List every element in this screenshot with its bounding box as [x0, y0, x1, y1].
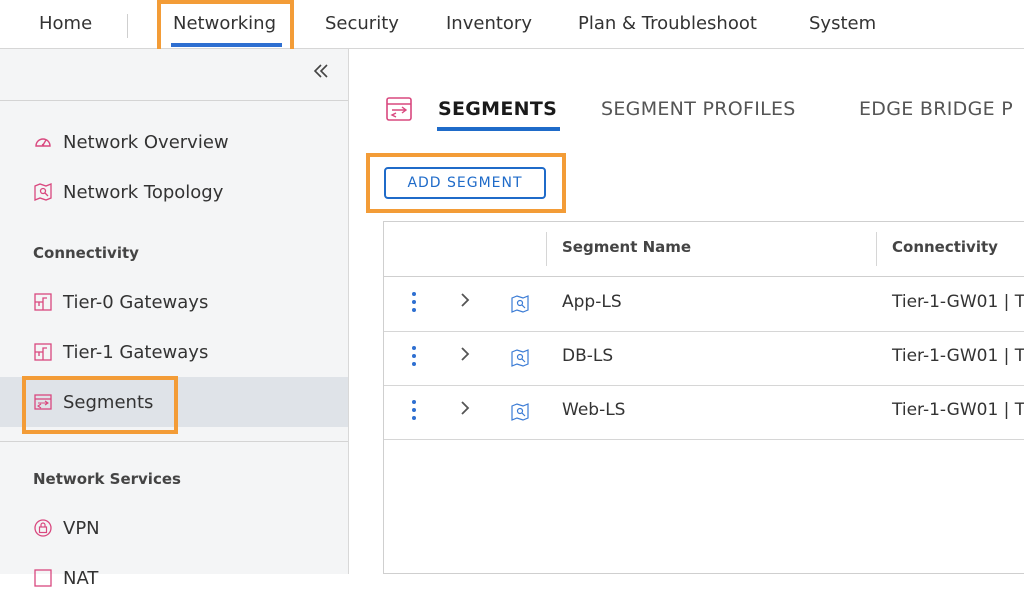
- nav-networking[interactable]: Networking: [173, 13, 276, 34]
- chevron-right-icon[interactable]: [458, 344, 472, 369]
- segment-name: DB-LS: [562, 346, 614, 366]
- column-header-segment-name[interactable]: Segment Name: [562, 238, 691, 256]
- topology-map-icon: [510, 294, 530, 318]
- sidebar-item-network-overview[interactable]: Network Overview: [33, 127, 229, 157]
- tab-segments[interactable]: SEGMENTS: [438, 98, 557, 120]
- sidebar-item-label: VPN: [63, 517, 100, 539]
- sidebar-item-network-topology[interactable]: Network Topology: [33, 177, 223, 207]
- kebab-menu-icon[interactable]: [412, 400, 418, 424]
- sidebar-item-label: Tier-0 Gateways: [63, 291, 209, 313]
- topology-map-icon: [510, 402, 530, 426]
- chevron-right-icon[interactable]: [458, 290, 472, 315]
- sidebar-item-label: Segments: [63, 391, 154, 413]
- nav-divider: [127, 14, 128, 38]
- nat-icon: [33, 568, 53, 588]
- add-segment-button[interactable]: ADD SEGMENT: [384, 167, 546, 199]
- sidebar-item-tier0-gateways[interactable]: Tier-0 Gateways: [33, 287, 208, 317]
- segments-table: Segment Name Connectivity App-LS Tier-1-…: [383, 221, 1024, 574]
- sidebar-item-label: NAT: [63, 567, 99, 589]
- segment-icon: [33, 392, 53, 412]
- sidebar-item-label: Network Overview: [63, 131, 229, 153]
- column-divider: [546, 232, 547, 266]
- sidebar-divider: [0, 441, 348, 442]
- nav-system[interactable]: System: [809, 13, 876, 34]
- section-connectivity: Connectivity: [33, 244, 139, 262]
- segment-connectivity: Tier-1-GW01 | T: [892, 292, 1024, 312]
- table-row[interactable]: Web-LS Tier-1-GW01 | T: [384, 385, 1024, 440]
- nav-security[interactable]: Security: [325, 13, 399, 34]
- topology-map-icon: [33, 182, 53, 202]
- top-navigation: Home Networking Security Inventory Plan …: [0, 0, 1024, 49]
- sidebar-item-vpn[interactable]: VPN: [33, 513, 100, 543]
- sidebar-divider: [0, 100, 348, 101]
- sidebar-item-segments[interactable]: Segments: [33, 387, 153, 417]
- nav-home[interactable]: Home: [39, 13, 92, 34]
- column-header-connectivity[interactable]: Connectivity: [892, 238, 998, 256]
- gateway-icon: [33, 292, 53, 312]
- chevron-right-icon[interactable]: [458, 398, 472, 423]
- segment-connectivity: Tier-1-GW01 | T: [892, 346, 1024, 366]
- table-header: Segment Name Connectivity: [384, 222, 1024, 277]
- column-divider: [876, 232, 877, 266]
- table-row[interactable]: DB-LS Tier-1-GW01 | T: [384, 331, 1024, 386]
- nav-inventory[interactable]: Inventory: [446, 13, 532, 34]
- table-row[interactable]: App-LS Tier-1-GW01 | T: [384, 277, 1024, 332]
- sidebar-item-tier1-gateways[interactable]: Tier-1 Gateways: [33, 337, 208, 367]
- sidebar-item-nat[interactable]: NAT: [33, 563, 98, 593]
- segment-name: App-LS: [562, 292, 622, 312]
- sidebar-item-label: Network Topology: [63, 181, 224, 203]
- kebab-menu-icon[interactable]: [412, 292, 418, 316]
- nav-plan-troubleshoot[interactable]: Plan & Troubleshoot: [578, 13, 757, 34]
- tab-active-underline: [437, 127, 560, 131]
- sidebar-item-label: Tier-1 Gateways: [63, 341, 209, 363]
- section-network-services: Network Services: [33, 470, 181, 488]
- segment-name: Web-LS: [562, 400, 626, 420]
- lock-icon: [33, 518, 53, 538]
- nav-active-underline: [171, 43, 282, 47]
- double-chevron-left-icon[interactable]: [312, 60, 330, 84]
- segment-connectivity: Tier-1-GW01 | T: [892, 400, 1024, 420]
- gauge-icon: [33, 132, 53, 152]
- topology-map-icon: [510, 348, 530, 372]
- tab-segment-profiles[interactable]: SEGMENT PROFILES: [601, 98, 796, 120]
- segment-tab-icon: [385, 95, 413, 127]
- kebab-menu-icon[interactable]: [412, 346, 418, 370]
- gateway-icon: [33, 342, 53, 362]
- tab-edge-bridge-profiles[interactable]: EDGE BRIDGE P: [859, 98, 1013, 120]
